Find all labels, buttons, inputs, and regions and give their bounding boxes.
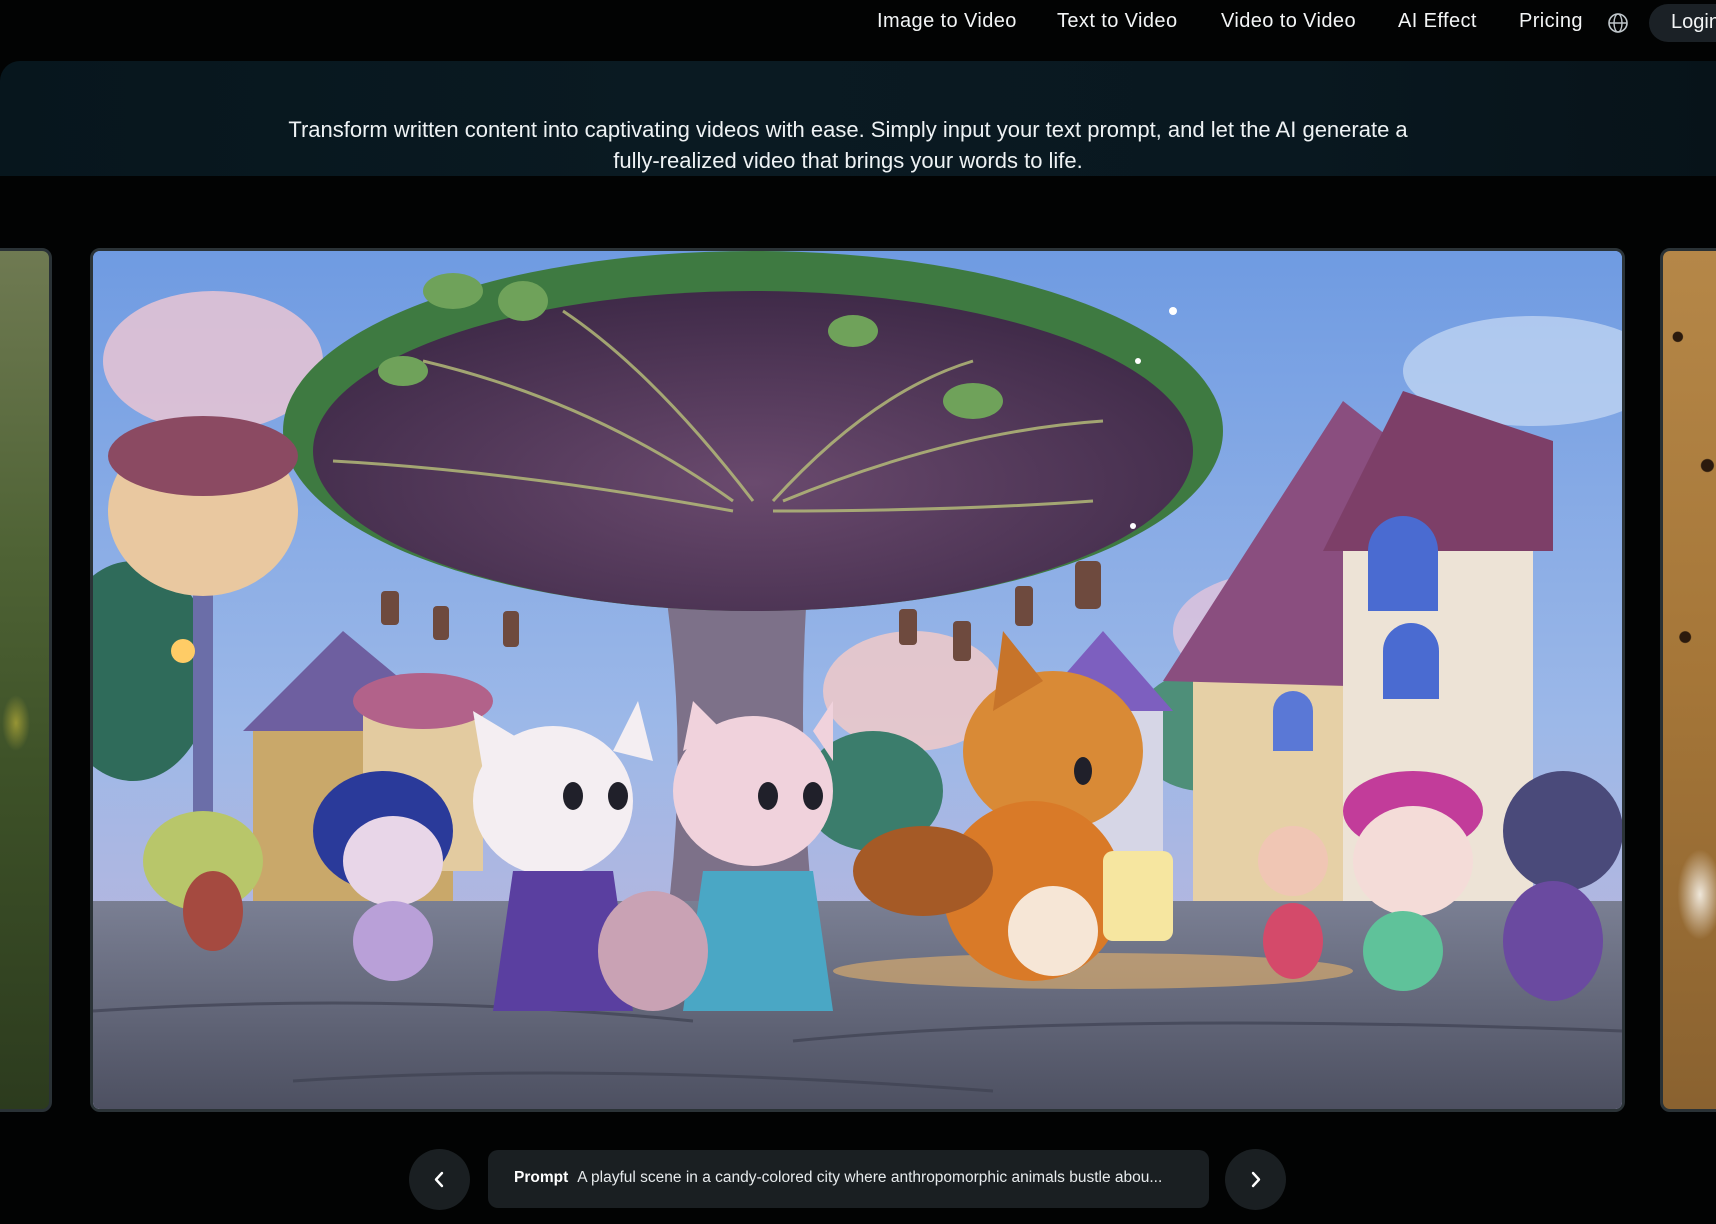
video-preview-image xyxy=(93,251,1622,1109)
carousel-slide-previous[interactable] xyxy=(0,248,52,1112)
globe-icon[interactable] xyxy=(1607,12,1629,34)
prompt-caption: Prompt A playful scene in a candy-colored… xyxy=(488,1150,1209,1208)
previous-button[interactable] xyxy=(409,1149,470,1210)
chevron-right-icon xyxy=(1251,1171,1261,1188)
hero-description: Transform written content into captivati… xyxy=(288,117,1408,173)
nav-image-to-video[interactable]: Image to Video xyxy=(877,10,1017,33)
nav-pricing[interactable]: Pricing xyxy=(1519,10,1583,33)
chevron-left-icon xyxy=(434,1171,444,1188)
next-button[interactable] xyxy=(1225,1149,1286,1210)
login-button[interactable]: Login xyxy=(1649,4,1716,42)
nav-ai-effect[interactable]: AI Effect xyxy=(1398,10,1477,33)
carousel-slide-current[interactable] xyxy=(90,248,1625,1112)
top-navigation: Image to Video Text to Video Video to Vi… xyxy=(0,0,1716,46)
prompt-label: Prompt xyxy=(514,1169,569,1186)
nav-text-to-video[interactable]: Text to Video xyxy=(1057,10,1177,33)
prompt-text: A playful scene in a candy-colored city … xyxy=(577,1169,1163,1186)
carousel-slide-next[interactable] xyxy=(1660,248,1716,1112)
nav-video-to-video[interactable]: Video to Video xyxy=(1221,10,1356,33)
